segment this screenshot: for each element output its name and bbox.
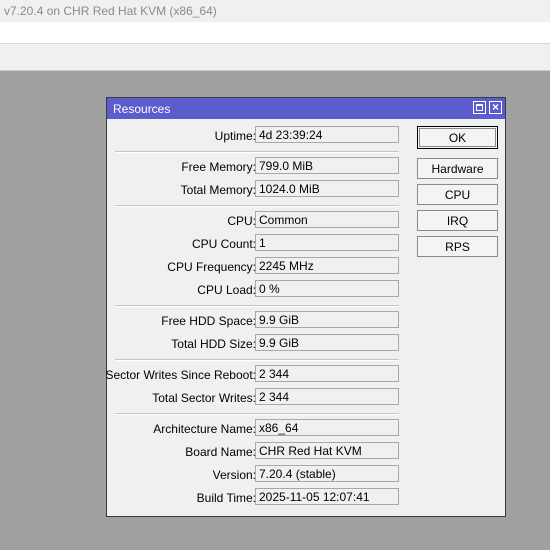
field-value[interactable]: CHR Red Hat KVM (255, 442, 399, 459)
field-cpu: CPU: Common (107, 211, 407, 229)
window-titlebar[interactable]: Resources × (107, 98, 505, 119)
field-uptime: Uptime: 4d 23:39:24 (107, 126, 407, 144)
field-label: Free Memory: (181, 160, 256, 174)
separator (115, 305, 399, 307)
field-version: Version: 7.20.4 (stable) (107, 465, 407, 483)
field-value[interactable]: Common (255, 211, 399, 228)
field-value[interactable]: 4d 23:39:24 (255, 126, 399, 143)
cpu-button[interactable]: CPU (417, 184, 498, 205)
field-value[interactable]: 9.9 GiB (255, 311, 399, 328)
hardware-button[interactable]: Hardware (417, 158, 498, 179)
field-cpu-count: CPU Count: 1 (107, 234, 407, 252)
field-cpu-load: CPU Load: 0 % (107, 280, 407, 298)
field-label: Uptime: (214, 129, 256, 143)
resources-window: Resources × Uptime: 4d 23:39:24 Free Mem… (105, 97, 506, 517)
window-title: Resources (113, 102, 171, 116)
separator (115, 205, 399, 207)
field-label: Sector Writes Since Reboot: (105, 368, 256, 382)
app-version-title: v7.20.4 on CHR Red Hat KVM (x86_64) (4, 4, 217, 18)
separator (115, 413, 399, 415)
close-icon[interactable]: × (489, 101, 502, 114)
field-label: CPU Count: (191, 237, 256, 251)
field-value[interactable]: 2245 MHz (255, 257, 399, 274)
field-value[interactable]: 7.20.4 (stable) (255, 465, 399, 482)
field-total-memory: Total Memory: 1024.0 MiB (107, 180, 407, 198)
field-value[interactable]: 2 344 (255, 365, 399, 382)
field-label: Total HDD Size: (171, 337, 256, 351)
field-sector-writes-since-reboot: Sector Writes Since Reboot: 2 344 (105, 365, 407, 383)
ok-button[interactable]: OK (417, 126, 498, 149)
separator (115, 151, 399, 153)
field-label: Free HDD Space: (161, 314, 256, 328)
field-label: CPU Frequency: (167, 260, 256, 274)
field-build-time: Build Time: 2025-11-05 12:07:41 (107, 488, 407, 506)
field-cpu-frequency: CPU Frequency: 2245 MHz (107, 257, 407, 275)
separator (115, 359, 399, 361)
field-value[interactable]: 0 % (255, 280, 399, 297)
field-value[interactable]: 2025-11-05 12:07:41 (255, 488, 399, 505)
field-label: Total Sector Writes: (152, 391, 256, 405)
field-free-memory: Free Memory: 799.0 MiB (107, 157, 407, 175)
field-label: CPU Load: (197, 283, 256, 297)
field-value[interactable]: 9.9 GiB (255, 334, 399, 351)
app-title-bar: v7.20.4 on CHR Red Hat KVM (x86_64) (0, 0, 550, 22)
field-board-name: Board Name: CHR Red Hat KVM (107, 442, 407, 460)
field-label: Board Name: (185, 445, 256, 459)
field-total-hdd-size: Total HDD Size: 9.9 GiB (107, 334, 407, 352)
field-value[interactable]: 2 344 (255, 388, 399, 405)
field-value[interactable]: 799.0 MiB (255, 157, 399, 174)
field-free-hdd-space: Free HDD Space: 9.9 GiB (107, 311, 407, 329)
field-architecture-name: Architecture Name: x86_64 (107, 419, 407, 437)
field-value[interactable]: x86_64 (255, 419, 399, 436)
field-value[interactable]: 1024.0 MiB (255, 180, 399, 197)
menu-band (0, 22, 550, 44)
field-label: CPU: (227, 214, 256, 228)
field-label: Total Memory: (180, 183, 256, 197)
field-total-sector-writes: Total Sector Writes: 2 344 (107, 388, 407, 406)
maximize-icon[interactable] (473, 101, 486, 114)
irq-button[interactable]: IRQ (417, 210, 498, 231)
toolbar (0, 44, 550, 71)
field-label: Architecture Name: (153, 422, 256, 436)
rps-button[interactable]: RPS (417, 236, 498, 257)
field-value[interactable]: 1 (255, 234, 399, 251)
field-label: Build Time: (196, 491, 256, 505)
field-label: Version: (212, 468, 256, 482)
